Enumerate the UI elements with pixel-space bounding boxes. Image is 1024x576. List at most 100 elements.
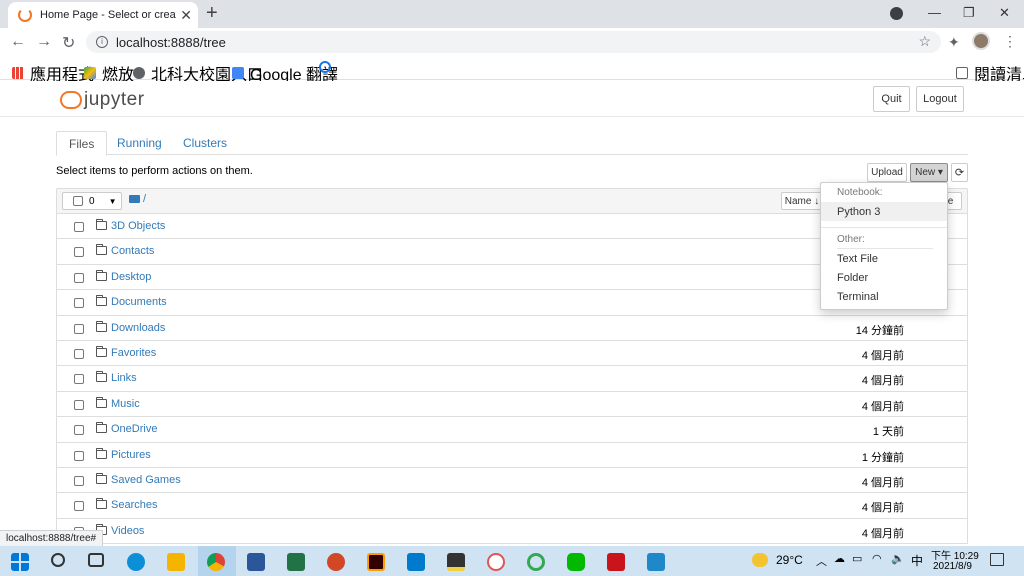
- file-row[interactable]: OneDrive 1 天前: [56, 417, 968, 443]
- forward-arrow-icon[interactable]: →: [36, 33, 52, 51]
- chrome-icon[interactable]: [207, 553, 225, 571]
- profile-dropdown-icon[interactable]: [890, 7, 903, 20]
- row-checkbox[interactable]: [74, 247, 84, 258]
- file-row[interactable]: Saved Games 4 個月前: [56, 467, 968, 494]
- tab-close-icon[interactable]: ✕: [180, 7, 192, 24]
- row-checkbox[interactable]: [74, 399, 84, 410]
- sort-name-button[interactable]: Name ↓: [781, 192, 823, 210]
- acrobat-icon[interactable]: [607, 553, 625, 571]
- clock-date[interactable]: 2021/8/9: [933, 561, 972, 572]
- extensions-puzzle-icon[interactable]: ✦: [948, 34, 960, 51]
- row-checkbox[interactable]: [74, 222, 84, 232]
- back-arrow-icon[interactable]: ←: [10, 33, 26, 51]
- file-name-link[interactable]: Searches: [111, 499, 157, 511]
- file-row[interactable]: Videos 4 個月前: [56, 518, 968, 545]
- file-name-link[interactable]: Contacts: [111, 245, 154, 257]
- file-name-link[interactable]: Favorites: [111, 347, 156, 359]
- line-icon[interactable]: [567, 553, 585, 571]
- sticky-app-icon[interactable]: [447, 553, 465, 571]
- close-window-button[interactable]: ✕: [999, 5, 1010, 21]
- clock-time[interactable]: 下午 10:29: [931, 547, 979, 562]
- windows-start-icon[interactable]: [11, 553, 29, 571]
- site-info-icon[interactable]: i: [96, 36, 108, 48]
- reload-icon[interactable]: ↻: [62, 33, 75, 53]
- row-checkbox[interactable]: [74, 298, 84, 309]
- file-name-link[interactable]: Pictures: [111, 449, 151, 461]
- file-name-link[interactable]: 3D Objects: [111, 220, 165, 232]
- notification-icon[interactable]: [990, 553, 1004, 566]
- search-icon[interactable]: [51, 553, 65, 567]
- quit-button[interactable]: Quit: [873, 86, 910, 112]
- weather-icon[interactable]: [752, 553, 768, 567]
- menu-item-terminal[interactable]: Terminal: [821, 287, 947, 306]
- file-name-link[interactable]: Desktop: [111, 271, 151, 283]
- excel-icon[interactable]: [287, 553, 305, 571]
- green-ring-app-icon[interactable]: [527, 553, 545, 571]
- bookmark-fingerprint[interactable]: [319, 61, 337, 73]
- address-bar[interactable]: i localhost:8888/tree ☆: [86, 31, 941, 53]
- refresh-icon[interactable]: ⟳: [951, 163, 968, 182]
- select-all-control[interactable]: 0 ▼: [62, 192, 122, 210]
- photos-icon[interactable]: [647, 553, 665, 571]
- menu-item-text-file[interactable]: Text File: [821, 249, 947, 268]
- logout-button[interactable]: Logout: [916, 86, 964, 112]
- row-checkbox[interactable]: [74, 501, 84, 512]
- file-name-link[interactable]: Links: [111, 372, 137, 384]
- file-row[interactable]: Favorites 4 個月前: [56, 340, 968, 367]
- bookmark-star-icon[interactable]: ☆: [918, 33, 931, 50]
- row-checkbox[interactable]: [74, 348, 84, 359]
- tray-chevron-icon[interactable]: ︿: [816, 553, 827, 569]
- file-explorer-icon[interactable]: [167, 553, 185, 571]
- illustrator-icon[interactable]: [367, 553, 385, 571]
- avatar[interactable]: [972, 32, 990, 50]
- tab-files[interactable]: Files: [56, 131, 108, 156]
- file-row[interactable]: Downloads 14 分鐘前: [56, 315, 968, 341]
- row-checkbox[interactable]: [74, 374, 84, 385]
- row-checkbox[interactable]: [74, 425, 84, 436]
- file-row[interactable]: Links 4 個月前: [56, 366, 968, 392]
- paint-app-icon[interactable]: [487, 553, 505, 571]
- file-row[interactable]: Pictures 1 分鐘前: [56, 442, 968, 468]
- select-all-checkbox[interactable]: [73, 196, 83, 206]
- new-tab-button[interactable]: +: [206, 3, 218, 23]
- row-checkbox[interactable]: [74, 272, 84, 283]
- folder-icon: [96, 371, 107, 383]
- row-checkbox[interactable]: [74, 450, 84, 461]
- file-name-link[interactable]: Downloads: [111, 322, 165, 334]
- tab-running[interactable]: Running: [105, 131, 174, 155]
- upload-button[interactable]: Upload: [867, 163, 907, 182]
- new-button[interactable]: New ▾: [910, 163, 948, 182]
- browser-tab-home[interactable]: Home Page - Select or create a ✕: [8, 2, 198, 28]
- weather-temp[interactable]: 29°C: [776, 553, 803, 567]
- file-name-link[interactable]: OneDrive: [111, 423, 157, 435]
- wifi-icon[interactable]: ◠: [872, 552, 882, 565]
- onedrive-icon[interactable]: ☁: [834, 552, 845, 565]
- file-row[interactable]: Music 4 個月前: [56, 391, 968, 418]
- breadcrumb[interactable]: /: [143, 193, 146, 205]
- file-name-link[interactable]: Videos: [111, 525, 144, 537]
- vscode-icon[interactable]: [407, 553, 425, 571]
- menu-item-python3[interactable]: Python 3: [821, 202, 947, 221]
- folder-home-icon[interactable]: [129, 195, 140, 203]
- powerpoint-icon[interactable]: [327, 553, 345, 571]
- file-name-link[interactable]: Documents: [111, 296, 167, 308]
- volume-icon[interactable]: 🔈: [891, 552, 905, 565]
- task-view-icon[interactable]: [88, 553, 104, 567]
- chevron-down-icon[interactable]: ▼: [109, 197, 117, 206]
- word-icon[interactable]: [247, 553, 265, 571]
- file-row[interactable]: Searches 4 個月前: [56, 493, 968, 519]
- browser-menu-icon[interactable]: ⋮: [1003, 33, 1017, 50]
- battery-icon[interactable]: ▭: [852, 552, 862, 565]
- menu-item-folder[interactable]: Folder: [821, 268, 947, 287]
- row-checkbox[interactable]: [74, 475, 84, 486]
- tab-clusters[interactable]: Clusters: [171, 131, 239, 155]
- file-name-link[interactable]: Saved Games: [111, 474, 181, 486]
- ime-indicator[interactable]: 中: [911, 552, 923, 569]
- file-modified: 1 天前: [872, 426, 904, 439]
- maximize-button[interactable]: ❐: [963, 5, 975, 21]
- row-checkbox[interactable]: [74, 323, 84, 334]
- file-name-link[interactable]: Music: [111, 398, 140, 410]
- jupyter-logo[interactable]: jupyter: [60, 89, 145, 111]
- edge-icon[interactable]: [127, 553, 145, 571]
- minimize-button[interactable]: —: [928, 5, 941, 20]
